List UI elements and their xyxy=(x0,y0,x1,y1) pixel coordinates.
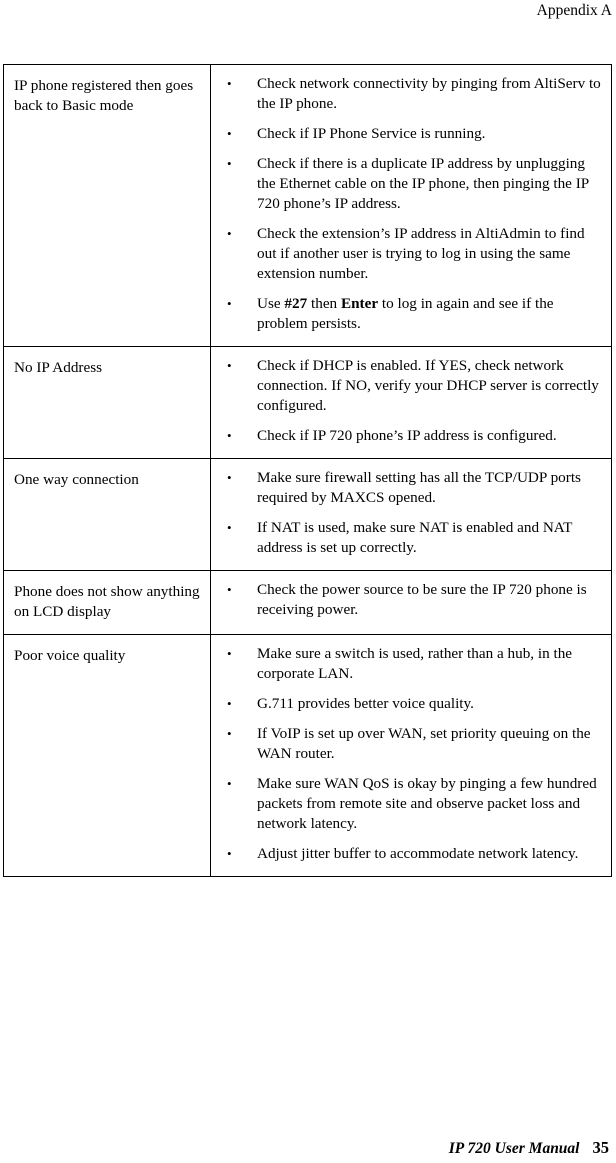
list-item-text: Check if IP Phone Service is running. xyxy=(257,125,486,142)
list-item-text: Check if there is a duplicate IP address… xyxy=(257,155,589,212)
bullet-icon: • xyxy=(227,582,232,597)
list-item-text: Make sure a switch is used, rather than … xyxy=(257,645,573,682)
troubleshooting-table: IP phone registered then goes back to Ba… xyxy=(3,64,612,877)
bullet-icon: • xyxy=(227,696,232,711)
list-item-text: If VoIP is set up over WAN, set priority… xyxy=(257,725,591,762)
list-item-text: Check the power source to be sure the IP… xyxy=(257,581,587,618)
list-item-text: Check network connectivity by pinging fr… xyxy=(257,75,601,112)
emphasized-text: #27 xyxy=(284,295,308,312)
bullet-icon: • xyxy=(227,428,232,443)
list-item: • Check network connectivity by pinging f… xyxy=(211,74,603,114)
page-number: 35 xyxy=(592,1138,610,1157)
list-item: • Use #27 then Enter to log in again and … xyxy=(211,294,603,334)
troubleshooting-table-wrapper: IP phone registered then goes back to Ba… xyxy=(3,64,612,877)
symptom-text: Poor voice quality xyxy=(14,647,126,664)
list-item-text: Make sure WAN QoS is okay by pinging a f… xyxy=(257,775,597,832)
remedy-list-wrapper: • Check the power source to be sure the I… xyxy=(211,571,611,632)
list-item: • Make sure a switch is used, rather than… xyxy=(211,644,603,684)
bullet-icon: • xyxy=(227,470,232,485)
symptom-cell: Poor voice quality xyxy=(3,634,211,877)
list-item-text: Check if DHCP is enabled. If YES, check … xyxy=(257,357,599,414)
remedy-list: • Check if DHCP is enabled. If YES, check… xyxy=(211,356,603,446)
remedy-list-wrapper: • Check if DHCP is enabled. If YES, check… xyxy=(211,347,611,458)
page-footer: IP 720 User Manual 35 xyxy=(0,1138,609,1159)
remedy-list: • Check network connectivity by pinging f… xyxy=(211,74,603,334)
list-item: • Make sure firewall setting has all the … xyxy=(211,468,603,508)
list-item-text: Check if IP 720 phone’s IP address is co… xyxy=(257,427,557,444)
bullet-icon: • xyxy=(227,646,232,661)
remedy-cell: • Check network connectivity by pinging f… xyxy=(210,64,612,347)
remedy-list-wrapper: • Make sure a switch is used, rather than… xyxy=(211,635,611,876)
bullet-icon: • xyxy=(227,846,232,861)
symptom-cell: One way connection xyxy=(3,458,211,571)
list-item: • Check if DHCP is enabled. If YES, check… xyxy=(211,356,603,416)
list-item: • If VoIP is set up over WAN, set priorit… xyxy=(211,724,603,764)
remedy-list-wrapper: • Check network connectivity by pinging f… xyxy=(211,65,611,346)
remedy-list: • Check the power source to be sure the I… xyxy=(211,580,603,620)
symptom-text: One way connection xyxy=(14,471,139,488)
list-item: • Check if IP 720 phone’s IP address is c… xyxy=(211,426,603,446)
symptom-cell: Phone does not show anything on LCD disp… xyxy=(3,570,211,635)
symptom-text: Phone does not show anything on LCD disp… xyxy=(14,583,200,620)
list-item-text: G.711 provides better voice quality. xyxy=(257,695,474,712)
list-item: • Adjust jitter buffer to accommodate net… xyxy=(211,844,603,864)
list-item-text: If NAT is used, make sure NAT is enabled… xyxy=(257,519,573,556)
bullet-icon: • xyxy=(227,126,232,141)
bullet-icon: • xyxy=(227,726,232,741)
manual-title: IP 720 User Manual xyxy=(448,1140,580,1157)
list-item-text: Make sure firewall setting has all the T… xyxy=(257,469,581,506)
table-row: One way connection • Make sure firewall se… xyxy=(3,458,612,571)
remedy-cell: • Make sure firewall setting has all the … xyxy=(210,458,612,571)
running-head: Appendix A xyxy=(0,0,612,21)
symptom-cell: No IP Address xyxy=(3,346,211,459)
remedy-cell: • Make sure a switch is used, rather than… xyxy=(210,634,612,877)
symptom-text: No IP Address xyxy=(14,359,103,376)
list-item-text: Adjust jitter buffer to accommodate netw… xyxy=(257,845,579,862)
bullet-icon: • xyxy=(227,776,232,791)
remedy-cell: • Check the power source to be sure the I… xyxy=(210,570,612,635)
list-item: • Check if there is a duplicate IP addres… xyxy=(211,154,603,214)
list-item-text: then xyxy=(307,295,341,312)
remedy-list-wrapper: • Make sure firewall setting has all the … xyxy=(211,459,611,570)
list-item: • Make sure WAN QoS is okay by pinging a … xyxy=(211,774,603,834)
table-body: IP phone registered then goes back to Ba… xyxy=(3,64,612,877)
list-item: • If NAT is used, make sure NAT is enable… xyxy=(211,518,603,558)
list-item: • Check the power source to be sure the I… xyxy=(211,580,603,620)
bullet-icon: • xyxy=(227,296,232,311)
symptom-text: IP phone registered then goes back to Ba… xyxy=(14,77,194,114)
list-item-text: Check the extension’s IP address in Alti… xyxy=(257,225,585,282)
bullet-icon: • xyxy=(227,358,232,373)
remedy-cell: • Check if DHCP is enabled. If YES, check… xyxy=(210,346,612,459)
symptom-cell: IP phone registered then goes back to Ba… xyxy=(3,64,211,347)
remedy-list: • Make sure a switch is used, rather than… xyxy=(211,644,603,864)
table-row: IP phone registered then goes back to Ba… xyxy=(3,64,612,347)
bullet-icon: • xyxy=(227,520,232,535)
emphasized-text: Enter xyxy=(340,295,379,312)
bullet-icon: • xyxy=(227,156,232,171)
table-row: Poor voice quality • Make sure a switch is… xyxy=(3,634,612,877)
list-item: • Check if IP Phone Service is running. xyxy=(211,124,603,144)
table-row: Phone does not show anything on LCD disp… xyxy=(3,570,612,635)
list-item-text: Use xyxy=(257,295,285,312)
running-head-text: Appendix A xyxy=(536,2,612,19)
list-item: • G.711 provides better voice quality. xyxy=(211,694,603,714)
list-item: • Check the extension’s IP address in Alt… xyxy=(211,224,603,284)
bullet-icon: • xyxy=(227,76,232,91)
bullet-icon: • xyxy=(227,226,232,241)
remedy-list: • Make sure firewall setting has all the … xyxy=(211,468,603,558)
table-row: No IP Address • Check if DHCP is enabled. … xyxy=(3,346,612,459)
